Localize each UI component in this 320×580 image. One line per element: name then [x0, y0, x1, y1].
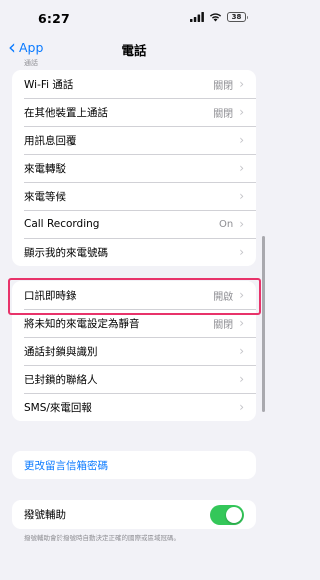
settings-group-calls: Wi-Fi 通話 關閉 › 在其他裝置上通話 關閉 › 用訊息回覆 › 來電轉駁 › 來電等候 › Ca… — [12, 70, 256, 266]
calls-setting-row-label: 用訊息回覆 — [24, 134, 77, 147]
battery-icon: 38 — [227, 12, 248, 22]
chevron-right-icon: › — [239, 77, 244, 91]
page-title: 電話 — [121, 43, 147, 58]
calls-setting-row[interactable]: 來電轉駁 › — [12, 154, 256, 182]
call-management-setting-row-value: 開啟 — [213, 291, 234, 303]
call-management-setting-row[interactable]: 已封鎖的聯絡人 › — [12, 365, 256, 393]
chevron-right-icon: › — [239, 316, 244, 330]
chevron-right-icon: › — [239, 245, 244, 259]
calls-setting-row-label: Wi-Fi 通話 — [24, 78, 74, 91]
chevron-right-icon: › — [239, 217, 244, 231]
settings-group-dial-assist: 撥號輔助 — [12, 500, 256, 529]
settings-group-voicemail: 更改留言信箱密碼 — [12, 451, 256, 479]
battery-level: 38 — [231, 13, 242, 21]
call-management-setting-row-label: 口訊即時錄 — [24, 289, 77, 302]
chevron-right-icon: › — [239, 372, 244, 386]
call-management-setting-row[interactable]: 將未知的來電設定為靜音 關閉 › — [12, 309, 256, 337]
call-management-setting-row-label: 通話封鎖與識別 — [24, 345, 98, 358]
calls-setting-row-label: Call Recording — [24, 218, 100, 230]
chevron-right-icon: › — [239, 189, 244, 203]
chevron-right-icon: › — [239, 133, 244, 147]
call-management-setting-row-value: 關閉 — [213, 319, 234, 331]
calls-setting-row-value: On — [218, 218, 234, 230]
calls-setting-row-label: 來電等候 — [24, 190, 66, 203]
chevron-right-icon: › — [239, 105, 244, 119]
call-management-setting-row-label: 已封鎖的聯絡人 — [24, 373, 98, 386]
voicemail-password-label: 更改留言信箱密碼 — [24, 459, 108, 472]
chevron-right-icon: › — [239, 400, 244, 414]
calls-setting-row-label: 顯示我的來電號碼 — [24, 246, 108, 259]
dial-assist-row: 撥號輔助 — [12, 500, 256, 529]
change-voicemail-password-link[interactable]: 更改留言信箱密碼 — [12, 451, 256, 479]
calls-setting-row-value: 關閉 — [213, 80, 234, 92]
call-management-setting-row[interactable]: 通話封鎖與識別 › — [12, 337, 256, 365]
calls-setting-row-label: 來電轉駁 — [24, 162, 66, 175]
cellular-signal-icon — [190, 12, 204, 22]
section-header: 通話 — [24, 59, 38, 67]
calls-setting-row[interactable]: Wi-Fi 通話 關閉 › — [12, 70, 256, 98]
dial-assist-footnote: 撥號輔助會於撥號時自動決定正確的國際或區域冠碼。 — [24, 534, 180, 542]
status-time: 6:27 — [38, 11, 70, 26]
call-management-setting-row-label: SMS/來電回報 — [24, 401, 92, 414]
calls-setting-row[interactable]: 用訊息回覆 › — [12, 126, 256, 154]
chevron-right-icon: › — [239, 161, 244, 175]
calls-setting-row[interactable]: 來電等候 › — [12, 182, 256, 210]
navigation-bar: ‹ App 電話 — [0, 34, 268, 62]
toggle-knob — [226, 506, 242, 523]
call-management-setting-row[interactable]: 口訊即時錄 開啟 › — [12, 281, 256, 309]
chevron-right-icon: › — [239, 344, 244, 358]
status-icons: 38 — [190, 12, 248, 22]
settings-group-call-management: 口訊即時錄 開啟 › 將未知的來電設定為靜音 關閉 › 通話封鎖與識別 › 已封鎖的聯絡人 › SM… — [12, 281, 256, 421]
status-bar: 6:27 38 — [0, 0, 268, 34]
wifi-icon — [209, 13, 222, 22]
calls-setting-row-label: 在其他裝置上通話 — [24, 106, 108, 119]
scroll-indicator[interactable] — [262, 236, 265, 412]
dial-assist-toggle[interactable] — [210, 504, 244, 525]
call-management-setting-row-label: 將未知的來電設定為靜音 — [24, 317, 140, 330]
calls-setting-row[interactable]: 在其他裝置上通話 關閉 › — [12, 98, 256, 126]
dial-assist-label: 撥號輔助 — [24, 509, 66, 521]
calls-setting-row[interactable]: Call Recording On › — [12, 210, 256, 238]
chevron-right-icon: › — [239, 288, 244, 302]
calls-setting-row[interactable]: 顯示我的來電號碼 › — [12, 238, 256, 266]
call-management-setting-row[interactable]: SMS/來電回報 › — [12, 393, 256, 421]
calls-setting-row-value: 關閉 — [213, 108, 234, 120]
